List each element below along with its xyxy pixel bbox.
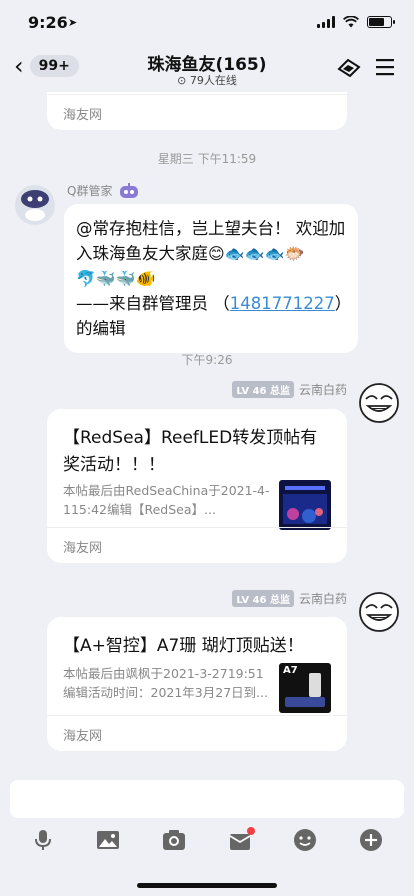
bot-name: Q群管家 (67, 182, 140, 199)
timestamp: 下午9:26 (181, 353, 233, 367)
camera-icon[interactable] (161, 827, 187, 853)
microphone-icon[interactable] (30, 827, 56, 853)
sender-name: 云南白药 (298, 592, 347, 606)
image-icon[interactable] (95, 827, 121, 853)
home-indicator (137, 883, 277, 888)
emoji-group: 🐬🐳🐳🐠 (76, 269, 156, 288)
signal-icon (317, 16, 335, 28)
link-card[interactable]: 【A+智控】A7珊 瑚灯顶贴送！ 本帖最后由飒枫于2021-3-2719:51 … (47, 617, 347, 751)
level-badge: LV 46 总监 (232, 590, 294, 607)
bot-avatar[interactable] (14, 184, 56, 226)
card-title: 【A+智控】A7珊 瑚灯顶贴送！ (63, 636, 304, 656)
red-packet-button[interactable] (227, 827, 255, 853)
card-source: 海友网 (47, 715, 347, 751)
input-area (0, 772, 414, 896)
admin-id-link[interactable]: 1481771227 (230, 294, 335, 313)
sender-info: LV 46 总监 云南白药 (232, 381, 347, 398)
battery-icon (367, 16, 395, 28)
card-source: 海友网 (47, 94, 347, 130)
sender-name: 云南白药 (298, 383, 347, 397)
status-indicators (317, 16, 395, 28)
timestamp: 星期三 下午11:59 (157, 152, 257, 166)
status-bar: 9:26 ➤ (0, 0, 414, 46)
menu-icon[interactable] (374, 56, 396, 78)
bot-message-bubble[interactable]: @常存抱柱信，岂上望夫台！ 欢迎加入珠海鱼友大家庭😊🐟🐟🐟🐡 🐬🐳🐳🐠 ——来自… (64, 204, 358, 353)
group-task-icon[interactable] (336, 56, 362, 80)
user-avatar[interactable] (358, 591, 400, 633)
link-card[interactable]: 【RedSea】ReefLED转发顶帖有奖活动！！！ 本帖最后由RedSeaCh… (47, 409, 347, 563)
user-avatar[interactable] (358, 382, 400, 424)
nav-bar: ‹ 99+ 珠海鱼友(165) ⊙ 79人在线 (0, 44, 414, 92)
plus-icon[interactable] (358, 827, 384, 853)
card-thumbnail: A7 (279, 663, 331, 713)
link-card-partial[interactable]: 海友网 (47, 92, 347, 130)
card-description: 本帖最后由RedSeaChina于2021-4-115:42编辑【RedSea】… (63, 483, 270, 517)
card-source: 海友网 (47, 527, 347, 563)
input-toolbar (0, 824, 414, 856)
sender-info: LV 46 总监 云南白药 (232, 590, 347, 607)
card-description: 本帖最后由飒枫于2021-3-2719:51 编辑活动时间：2021年3月27日… (63, 666, 269, 700)
location-arrow-icon: ➤ (68, 16, 78, 29)
emoji-group: 😊🐟🐟🐟🐡 (208, 244, 305, 263)
level-badge: LV 46 总监 (232, 381, 294, 398)
chat-area[interactable]: 海友网 星期三 下午11:59 Q群管家 @常存抱柱信，岂上望夫台！ 欢迎加入珠… (0, 92, 414, 772)
notification-dot (246, 827, 255, 835)
online-icon: ⊙ (177, 74, 187, 87)
emoji-icon[interactable] (292, 827, 318, 853)
message-input[interactable] (10, 780, 404, 818)
status-time: 9:26 (28, 13, 68, 32)
card-title: 【RedSea】ReefLED转发顶帖有奖活动！！！ (63, 428, 318, 475)
robot-icon (120, 182, 139, 198)
card-thumbnail (279, 480, 331, 530)
wifi-icon (343, 16, 359, 28)
